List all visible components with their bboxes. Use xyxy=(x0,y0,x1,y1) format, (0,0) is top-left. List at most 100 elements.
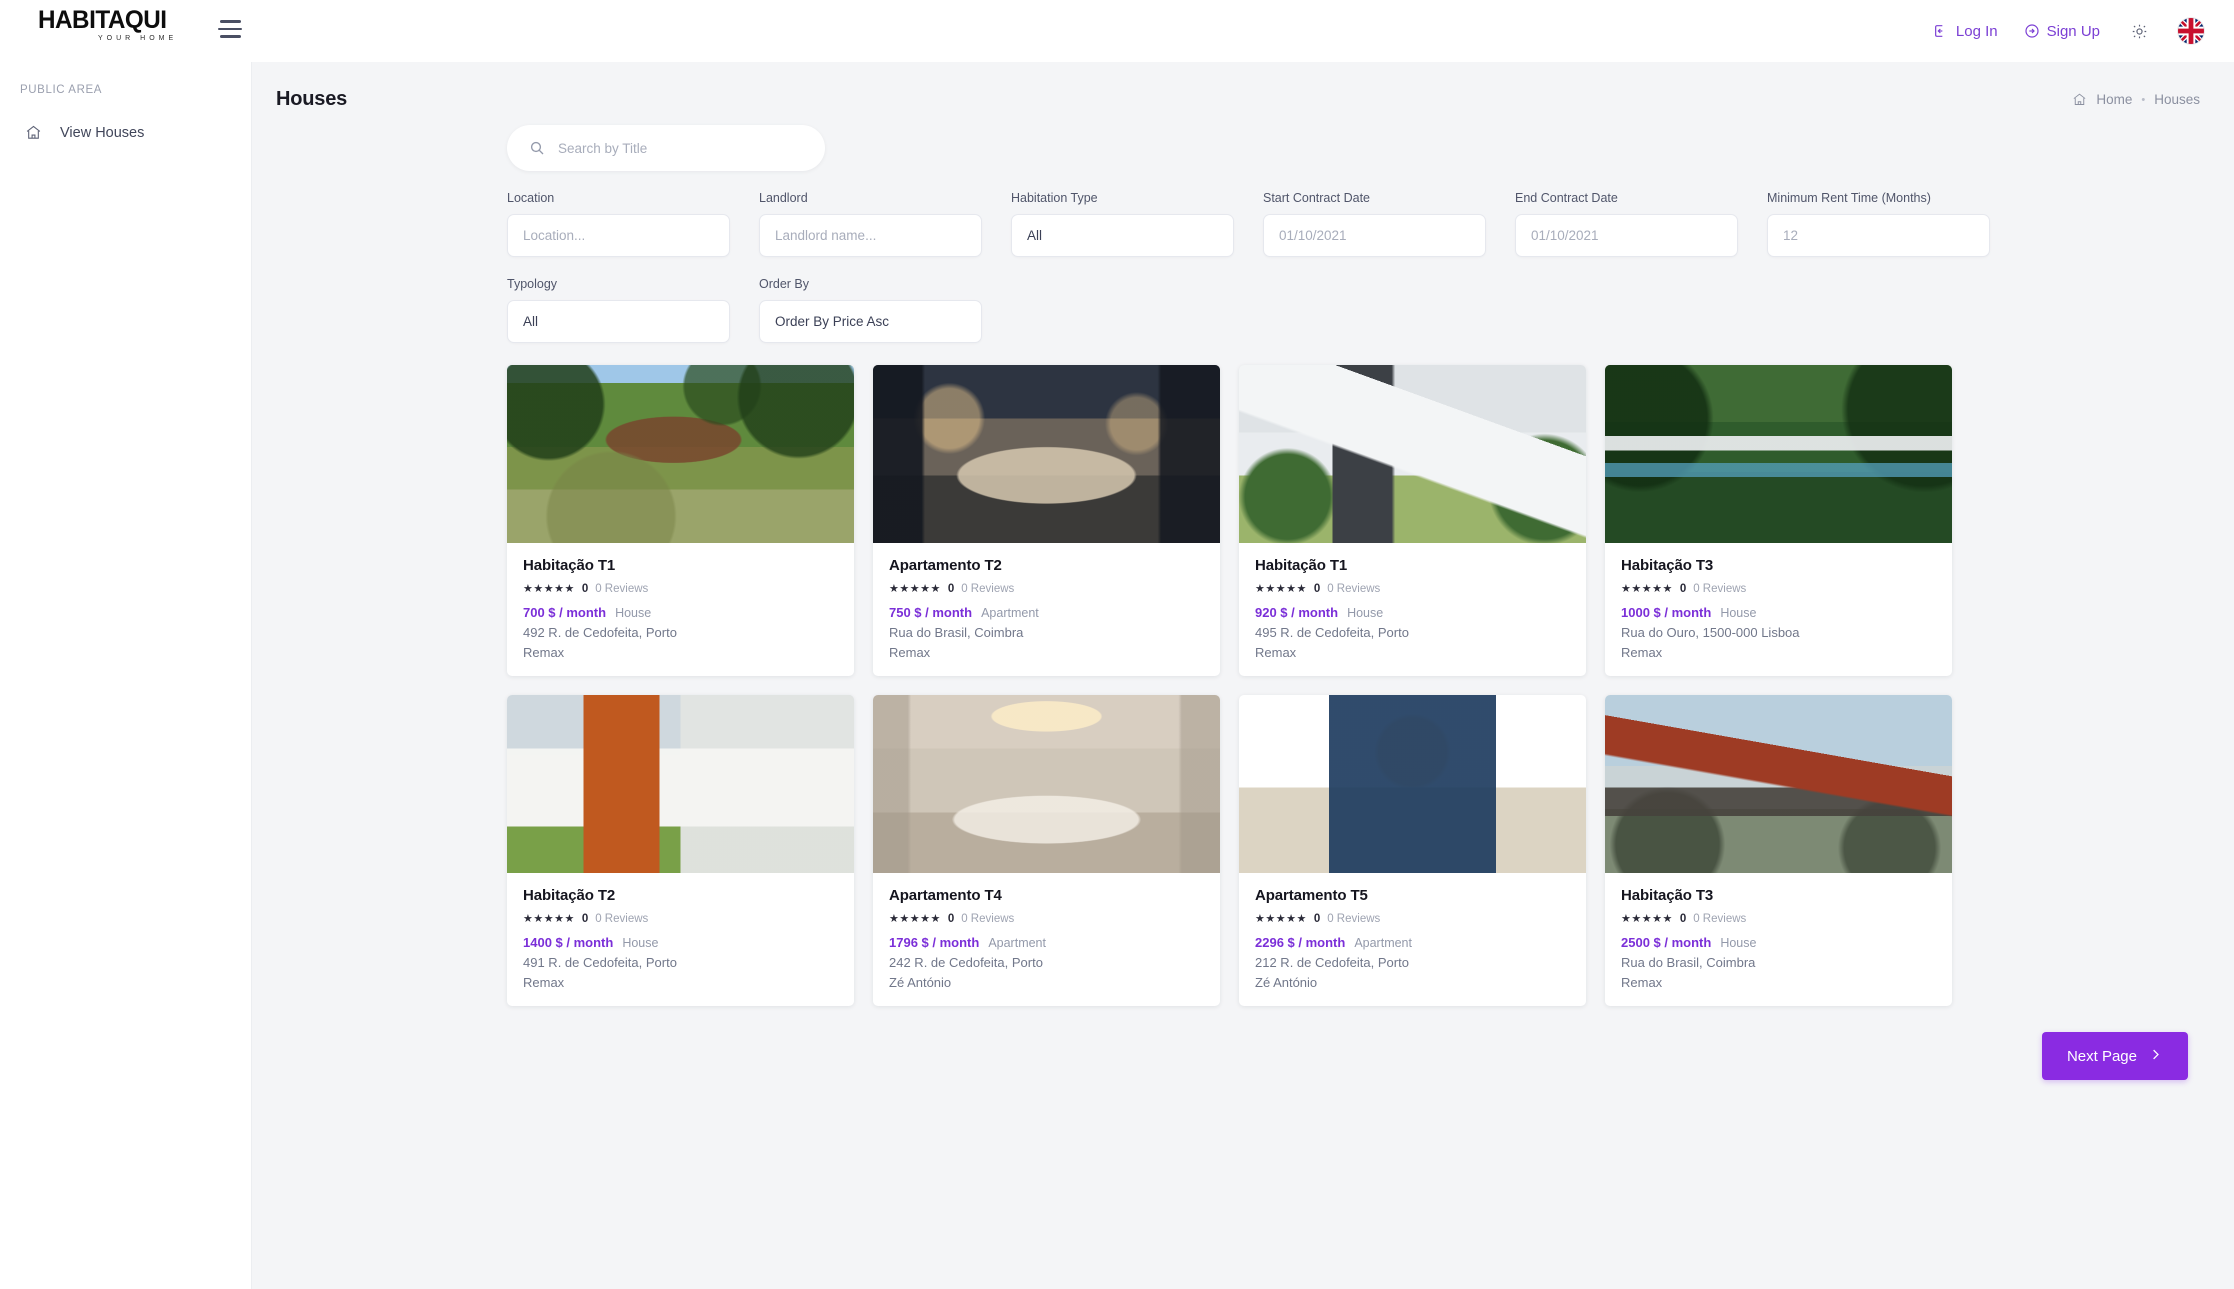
rating-value: 0 xyxy=(1313,912,1321,925)
listing-address: 242 R. de Cedofeita, Porto xyxy=(889,955,1043,970)
rating: ★★★★★ 0 0 Reviews xyxy=(889,582,1204,596)
review-count: 0 Reviews xyxy=(595,912,649,925)
app-root: HABITAQUI YOUR HOME Log In Sign Up PUBLI… xyxy=(0,0,2234,1289)
listing-address: 491 R. de Cedofeita, Porto xyxy=(523,955,677,970)
stars-icon: ★★★★★ xyxy=(1255,583,1307,595)
brand-logo[interactable]: HABITAQUI YOUR HOME xyxy=(38,8,228,43)
listing-type: House xyxy=(1720,936,1757,950)
listing-address: Rua do Brasil, Coimbra xyxy=(1621,955,1756,970)
listing-card[interactable]: Apartamento T5 ★★★★★ 0 0 Reviews 2296 $ … xyxy=(1239,695,1586,1006)
login-button[interactable]: Log In xyxy=(1933,23,1998,40)
stars-icon: ★★★★★ xyxy=(1621,583,1673,595)
price-line: 2500 $ / month House xyxy=(1621,935,1936,950)
listing-photo xyxy=(873,695,1220,873)
listing-address: 212 R. de Cedofeita, Porto xyxy=(1255,955,1409,970)
hamburger-bar xyxy=(218,27,242,31)
filter-label: Landlord xyxy=(759,191,808,205)
listing-address: 495 R. de Cedofeita, Porto xyxy=(1255,625,1409,640)
listing-card[interactable]: Habitação T2 ★★★★★ 0 0 Reviews 1400 $ / … xyxy=(507,695,854,1006)
filter-end-contract-date: End Contract Date 01/10/2021 xyxy=(1515,191,1738,257)
top-bar-actions: Log In Sign Up xyxy=(1933,0,2204,62)
listing-landlord: Remax xyxy=(1255,645,1297,660)
search-input[interactable] xyxy=(558,140,803,156)
filter-label: Start Contract Date xyxy=(1263,191,1370,205)
listing-landlord: Remax xyxy=(1621,975,1663,990)
filter-label: Minimum Rent Time (Months) xyxy=(1767,191,1931,205)
landlord-input[interactable]: Landlord name... xyxy=(759,214,982,257)
filter-label: Location xyxy=(507,191,555,205)
habitation-type-select[interactable]: All xyxy=(1011,214,1234,257)
listing-card[interactable]: Apartamento T4 ★★★★★ 0 0 Reviews 1796 $ … xyxy=(873,695,1220,1006)
listing-title: Apartamento T4 xyxy=(889,887,1002,904)
typology-select[interactable]: All xyxy=(507,300,730,343)
hamburger-bar xyxy=(220,20,241,23)
next-page-button[interactable]: Next Page xyxy=(2041,1032,2188,1080)
stars-icon: ★★★★★ xyxy=(523,913,575,925)
filter-order-by: Order By Order By Price Asc xyxy=(759,277,982,343)
listing-body: Habitação T2 ★★★★★ 0 0 Reviews 1400 $ / … xyxy=(507,873,854,1006)
listing-type: House xyxy=(1347,606,1384,620)
rating-value: 0 xyxy=(581,912,589,925)
listing-card[interactable]: Habitação T1 ★★★★★ 0 0 Reviews 700 $ / m… xyxy=(507,365,854,676)
minimum-rent-time-input[interactable]: 12 xyxy=(1767,214,1990,257)
listing-photo xyxy=(1239,365,1586,543)
rating-value: 0 xyxy=(581,582,589,595)
sidebar-item-label: View Houses xyxy=(60,124,145,141)
listing-photo xyxy=(507,365,854,543)
breadcrumb-home-icon[interactable] xyxy=(2072,92,2087,107)
review-count: 0 Reviews xyxy=(1693,912,1747,925)
listing-address: Rua do Brasil, Coimbra xyxy=(889,625,1024,640)
listing-price: 2500 $ / month xyxy=(1621,935,1712,950)
listing-card[interactable]: Habitação T3 ★★★★★ 0 0 Reviews 2500 $ / … xyxy=(1605,695,1952,1006)
price-line: 750 $ / month Apartment xyxy=(889,605,1204,620)
listing-price: 1796 $ / month xyxy=(889,935,980,950)
login-icon xyxy=(1933,23,1949,39)
uk-flag-icon[interactable] xyxy=(2178,18,2204,44)
start-contract-date-input[interactable]: 01/10/2021 xyxy=(1263,214,1486,257)
price-line: 700 $ / month House xyxy=(523,605,838,620)
listing-title: Habitação T3 xyxy=(1621,557,1714,574)
end-contract-date-input[interactable]: 01/10/2021 xyxy=(1515,214,1738,257)
listing-body: Habitação T1 ★★★★★ 0 0 Reviews 700 $ / m… xyxy=(507,543,854,676)
breadcrumb-home-link[interactable]: Home xyxy=(2096,92,2132,107)
signup-button[interactable]: Sign Up xyxy=(2024,23,2100,40)
breadcrumb-current: Houses xyxy=(2154,92,2200,107)
stars-icon: ★★★★★ xyxy=(523,583,575,595)
listing-grid: Habitação T1 ★★★★★ 0 0 Reviews 700 $ / m… xyxy=(252,343,2234,1006)
listing-type: House xyxy=(622,936,659,950)
main-content: Houses Home • Houses Search by Title Loc… xyxy=(252,62,2234,1289)
listing-address: Rua do Ouro, 1500-000 Lisboa xyxy=(1621,625,1800,640)
next-page-label: Next Page xyxy=(2066,1047,2137,1065)
listing-title: Habitação T2 xyxy=(523,887,616,904)
listing-photo xyxy=(873,365,1220,543)
listing-landlord: Remax xyxy=(523,645,565,660)
price-line: 920 $ / month House xyxy=(1255,605,1570,620)
listing-card[interactable]: Habitação T1 ★★★★★ 0 0 Reviews 920 $ / m… xyxy=(1239,365,1586,676)
hamburger-icon[interactable] xyxy=(218,20,242,38)
filter-label: Habitation Type xyxy=(1011,191,1098,205)
hamburger-bar xyxy=(220,35,241,38)
filter-minimum-rent-time: Minimum Rent Time (Months) 12 xyxy=(1767,191,1990,257)
listing-price: 920 $ / month xyxy=(1255,605,1339,620)
location-input[interactable]: Location... xyxy=(507,214,730,257)
sun-icon[interactable] xyxy=(2126,18,2152,44)
listing-photo xyxy=(1605,695,1952,873)
listing-type: House xyxy=(615,606,652,620)
search-bar[interactable] xyxy=(507,125,825,171)
review-count: 0 Reviews xyxy=(1327,912,1381,925)
rating: ★★★★★ 0 0 Reviews xyxy=(523,912,838,926)
order-by-select[interactable]: Order By Price Asc xyxy=(759,300,982,343)
filters-panel: Location Location... Landlord Landlord n… xyxy=(252,111,2234,343)
listing-landlord: Zé António xyxy=(1255,975,1318,990)
listing-title: Habitação T1 xyxy=(1255,557,1348,574)
listing-card[interactable]: Habitação T3 ★★★★★ 0 0 Reviews 1000 $ / … xyxy=(1605,365,1952,676)
listing-price: 2296 $ / month xyxy=(1255,935,1346,950)
listing-title: Habitação T3 xyxy=(1621,887,1714,904)
listing-card[interactable]: Apartamento T2 ★★★★★ 0 0 Reviews 750 $ /… xyxy=(873,365,1220,676)
listing-type: Apartment xyxy=(1354,936,1412,950)
listing-type: House xyxy=(1720,606,1757,620)
listing-type: Apartment xyxy=(981,606,1039,620)
filter-label: Order By xyxy=(759,277,810,291)
sidebar-item-view-houses[interactable]: View Houses xyxy=(0,114,251,151)
listing-body: Habitação T3 ★★★★★ 0 0 Reviews 1000 $ / … xyxy=(1605,543,1952,676)
